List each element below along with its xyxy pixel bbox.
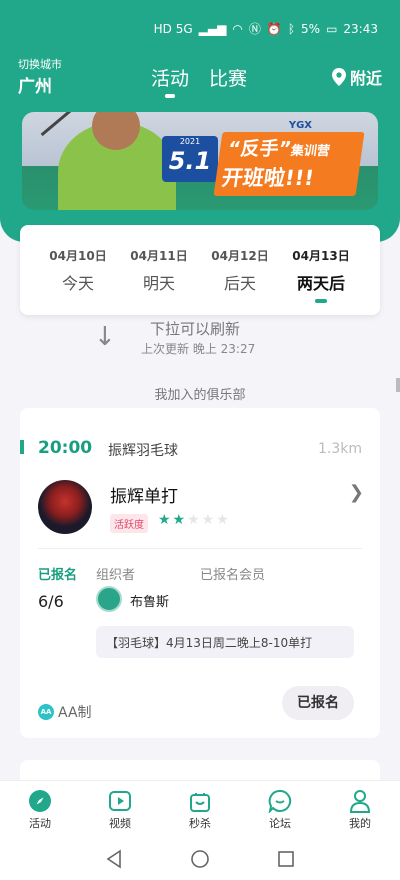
activity-distance: 1.3km (317, 441, 362, 457)
members-label: 已报名会员 (200, 568, 266, 583)
date-label: 今天 (61, 274, 94, 293)
bag-icon (190, 793, 210, 812)
wifi-icon: ◠ (232, 22, 243, 36)
refresh-hint: 下拉可以刷新 (150, 320, 241, 338)
nav-label: 我的 (349, 817, 371, 830)
bottom-nav: 活动 视频 秒杀 论坛 我的 (0, 780, 400, 836)
signed-up-button[interactable]: 已报名 (282, 686, 354, 720)
recents-icon[interactable] (276, 849, 296, 869)
banner-badge: 2021 5.1 (162, 136, 218, 182)
club-avatar[interactable] (38, 480, 92, 534)
chat-icon (268, 789, 292, 813)
location-pin-icon (331, 68, 346, 86)
nearby-button[interactable]: 附近 (331, 65, 382, 89)
date-label: 明天 (142, 274, 175, 293)
club-name[interactable]: 振辉单打 (110, 482, 178, 507)
back-icon[interactable] (104, 849, 124, 869)
divider (38, 548, 362, 549)
tab-match[interactable]: 比赛 (209, 64, 247, 91)
nav-flash-sale[interactable]: 秒杀 (160, 781, 240, 836)
city-switch-label[interactable]: 切换城市 (18, 56, 62, 72)
battery-percent: 5% (301, 22, 321, 36)
alarm-icon: ⏰ (266, 22, 282, 36)
clock: 23:43 (343, 22, 378, 36)
city-name[interactable]: 广州 (18, 72, 52, 97)
nav-label: 活动 (29, 817, 51, 830)
date-item-two-days-later[interactable]: 04月13日 两天后 (281, 247, 361, 303)
date-item-after-tomorrow[interactable]: 04月12日 后天 (200, 247, 280, 294)
system-nav-bar (0, 836, 400, 880)
status-bar: HD 5G ▂▄▆ ◠ Ⓝ ⏰ ᛒ 5% ▭ 23:43 (0, 0, 400, 50)
star-filled-icons: ★★ (158, 512, 188, 528)
date-text: 04月12日 (211, 249, 269, 263)
compass-icon (29, 790, 51, 812)
play-icon (109, 791, 131, 811)
signed-label: 已报名 (38, 568, 78, 583)
refresh-last-updated: 上次更新 晚上 23:27 (141, 342, 256, 356)
nfc-icon: Ⓝ (248, 22, 261, 36)
activity-rating: ★★★★★ (158, 512, 231, 528)
arrow-down-icon: ↓ (94, 322, 116, 352)
date-text: 04月11日 (130, 249, 188, 263)
aa-icon: AA (38, 704, 54, 720)
fee-type-label: AA制 (58, 705, 92, 721)
nav-video[interactable]: 视频 (80, 781, 160, 836)
banner-badge-day: 5.1 (168, 147, 212, 175)
time-marker (20, 440, 24, 454)
banner-promo-highlight: “反手” (226, 138, 293, 160)
date-text: 04月10日 (49, 249, 107, 263)
network-indicator: HD 5G (153, 22, 193, 36)
user-icon (349, 790, 371, 813)
date-label: 后天 (223, 274, 256, 293)
banner-promo-title: “反手”集训营 (226, 134, 332, 161)
nav-activity[interactable]: 活动 (0, 781, 80, 836)
activity-note: 【羽毛球】4月13日周二晚上8-10单打 (96, 626, 354, 658)
date-item-tomorrow[interactable]: 04月11日 明天 (119, 247, 199, 294)
signup-count: 6/6 (38, 592, 64, 611)
date-item-today[interactable]: 04月10日 今天 (38, 247, 118, 294)
banner-promo-subtitle: 开班啦!!! (220, 166, 316, 190)
banner-logo: YGX (288, 120, 312, 131)
activity-tag: 活跃度 (110, 514, 148, 533)
activity-venue: 振辉羽毛球 (108, 443, 178, 459)
nearby-label: 附近 (349, 69, 382, 88)
status-icons: HD 5G ▂▄▆ ◠ Ⓝ ⏰ ᛒ 5% ▭ 23:43 (154, 22, 378, 36)
activity-time: 20:00 (38, 438, 93, 458)
fee-type: AA AA制 (38, 702, 92, 722)
organizer-name[interactable]: 布鲁斯 (130, 591, 169, 610)
chevron-right-icon[interactable]: ❯ (349, 482, 364, 503)
activity-card[interactable]: 20:00 振辉羽毛球 1.3km 振辉单打 ❯ 活跃度 ★★★★★ 已报名 组… (20, 408, 380, 738)
nav-label: 秒杀 (189, 817, 211, 830)
banner-promo: “反手”集训营 开班啦!!! (213, 132, 365, 196)
battery-icon: ▭ (326, 22, 338, 36)
organizer-label: 组织者 (96, 568, 136, 583)
signal-icon: ▂▄▆ (198, 22, 227, 36)
nav-forum[interactable]: 论坛 (240, 781, 320, 836)
nav-me[interactable]: 我的 (320, 781, 400, 836)
nav-label: 论坛 (269, 817, 291, 830)
bluetooth-icon: ᛒ (287, 22, 296, 36)
nav-label: 视频 (109, 817, 131, 830)
date-selector: 04月10日 今天 04月11日 明天 04月12日 后天 04月13日 两天后 (20, 225, 380, 315)
banner-promo-suffix: 集训营 (289, 144, 331, 159)
promo-banner[interactable]: YGX 2021 5.1 “反手”集训营 开班啦!!! (22, 112, 378, 210)
date-label: 两天后 (296, 274, 345, 293)
top-tabs: 活动 比赛 (151, 64, 247, 98)
banner-racket (40, 112, 80, 137)
date-text: 04月13日 (292, 249, 350, 263)
section-title: 我加入的俱乐部 (154, 388, 246, 403)
home-icon[interactable] (190, 849, 210, 869)
star-empty-icons: ★★★ (187, 512, 231, 528)
organizer-avatar[interactable] (96, 586, 122, 612)
tab-activity[interactable]: 活动 (151, 64, 189, 98)
